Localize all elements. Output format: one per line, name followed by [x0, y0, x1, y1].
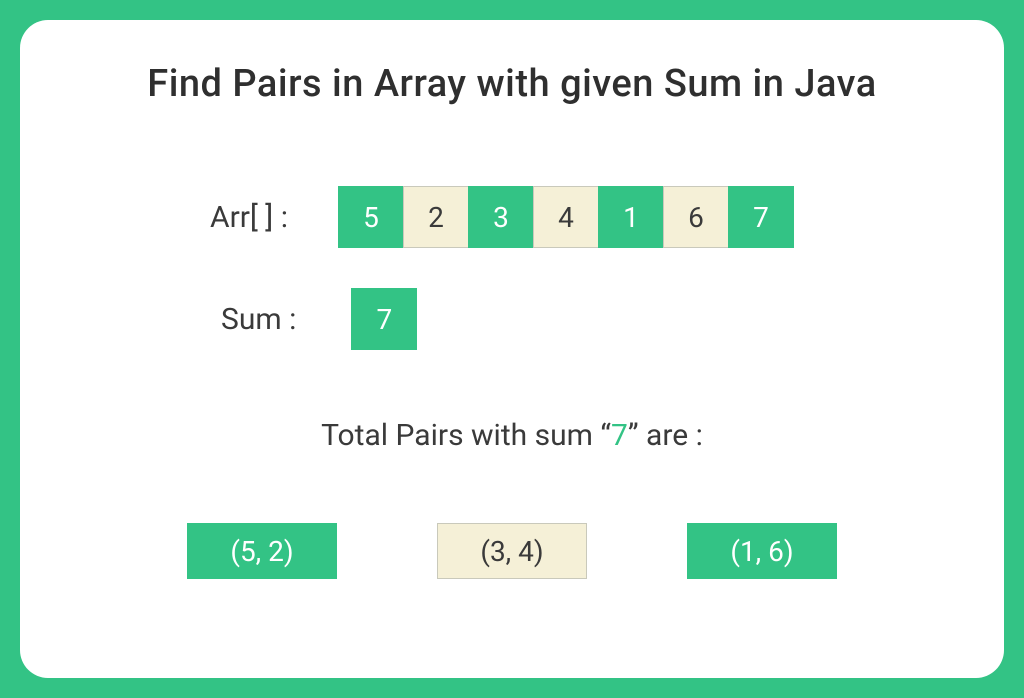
sum-row: Sum : 7	[221, 288, 954, 350]
array-cells: 5 2 3 4 1 6 7	[338, 186, 794, 248]
array-cell: 6	[663, 186, 729, 248]
sum-cells: 7	[351, 288, 417, 350]
array-cell: 2	[403, 186, 469, 248]
total-pairs-before: Total Pairs with sum “	[321, 418, 611, 453]
diagram-title: Find Pairs in Array with given Sum in Ja…	[70, 62, 954, 106]
pair-box: (1, 6)	[687, 523, 837, 579]
sum-cell: 7	[351, 288, 417, 350]
pair-row: (5, 2) (3, 4) (1, 6)	[70, 523, 954, 579]
array-row: Arr[ ] : 5 2 3 4 1 6 7	[210, 186, 954, 248]
array-cell: 4	[533, 186, 599, 248]
total-pairs-value: 7	[611, 418, 628, 453]
array-cell: 7	[728, 186, 794, 248]
outer-frame: Find Pairs in Array with given Sum in Ja…	[0, 0, 1024, 698]
array-cell: 3	[468, 186, 534, 248]
pair-box: (3, 4)	[437, 523, 587, 579]
array-label: Arr[ ] :	[210, 200, 288, 235]
inner-card: Find Pairs in Array with given Sum in Ja…	[20, 20, 1004, 678]
total-pairs-after: ” are :	[628, 418, 703, 453]
sum-label: Sum :	[221, 302, 296, 337]
total-pairs-text: Total Pairs with sum “7” are :	[70, 418, 954, 453]
pair-box: (5, 2)	[187, 523, 337, 579]
array-cell: 5	[338, 186, 404, 248]
array-cell: 1	[598, 186, 664, 248]
